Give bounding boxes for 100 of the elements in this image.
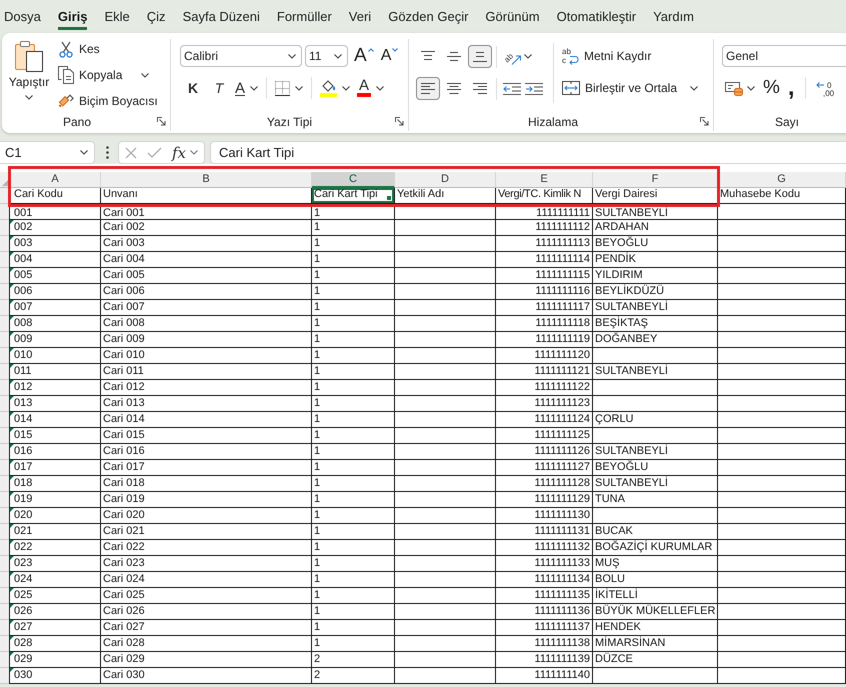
error-indicator-icon[interactable] [10,428,14,432]
ribbon-tab[interactable]: Sayfa Düzeni [182,8,260,30]
error-indicator-icon[interactable] [10,668,14,672]
column-header[interactable]: G [718,172,846,188]
check-icon[interactable] [147,147,162,158]
font-color-button[interactable]: A [357,77,384,99]
align-button[interactable] [416,77,440,100]
error-indicator-icon[interactable] [10,220,14,224]
cell-text: SULTANBEYLİ [595,445,668,457]
cell-text: 1111111140 [534,669,590,681]
cell-text: 001 [14,207,32,219]
column-header[interactable]: D [395,172,496,188]
error-indicator-icon[interactable] [10,460,14,464]
merge-center-button[interactable]: Birleştir ve Ortala [562,77,698,99]
error-indicator-icon[interactable] [10,332,14,336]
font-size-field[interactable]: 11 [305,45,348,67]
column-header[interactable]: F [593,172,718,188]
caret-icon [376,86,384,90]
error-indicator-icon[interactable] [10,524,14,528]
cell-text: 1 [314,541,320,553]
error-indicator-icon[interactable] [10,252,14,256]
orientation-button[interactable]: ab [502,46,532,68]
cell-text: İKİTELLİ [595,589,638,601]
format-painter-button[interactable]: Biçim Boyacısı [58,91,158,111]
error-indicator-icon[interactable] [10,492,14,496]
cell-text: 015 [14,429,32,441]
error-indicator-icon[interactable] [10,620,14,624]
error-indicator-icon[interactable] [10,556,14,560]
error-indicator-icon[interactable] [10,364,14,368]
decrease-indent-icon[interactable] [503,82,521,94]
active-cell-outline[interactable]: Cari Kart Tipi [312,188,395,204]
error-indicator-icon[interactable] [10,476,14,480]
dialog-launcher-icon[interactable] [395,117,404,126]
error-indicator-icon[interactable] [10,588,14,592]
error-indicator-icon[interactable] [10,316,14,320]
bold-button[interactable]: K [183,77,203,99]
formula-field[interactable]: Cari Kart Tipi [210,141,846,164]
ribbon-tab[interactable]: Görünüm [485,8,540,30]
ribbon-tab[interactable]: Giriş [58,8,88,30]
error-indicator-icon[interactable] [10,300,14,304]
cell-text: 006 [14,285,32,297]
grow-font-button[interactable]: A [354,45,374,67]
increase-indent-icon[interactable] [525,82,543,94]
error-indicator-icon[interactable] [10,284,14,288]
cell-text: SULTANBEYLİ [595,477,668,489]
row-header-column[interactable] [0,188,10,684]
caret-icon [524,54,532,59]
percent-style-button[interactable]: % [763,77,780,99]
column-header[interactable]: C [312,172,395,188]
fill-handle[interactable] [386,195,392,201]
cut-button[interactable]: Kes [58,39,158,59]
ribbon-tab[interactable]: Ekle [104,8,130,30]
error-indicator-icon[interactable] [10,444,14,448]
error-indicator-icon[interactable] [10,604,14,608]
more-options-icon[interactable] [106,146,109,159]
dialog-launcher-icon[interactable] [157,117,166,126]
column-header[interactable]: E [496,172,593,188]
dialog-launcher-icon[interactable] [700,117,709,126]
ribbon-tab[interactable]: Dosya [4,8,41,30]
paste-button[interactable]: Yapıştır [8,39,50,113]
insert-function-button[interactable]: fx [172,144,186,162]
cell-text: SULTANBEYLİ [595,207,668,219]
error-indicator-icon[interactable] [10,412,14,416]
wrap-text-button[interactable]: ab c Metni Kaydır [562,45,698,67]
cell-text: 1111111139 [534,653,590,665]
font-name-field[interactable]: Calibri [180,45,302,67]
error-indicator-icon[interactable] [10,380,14,384]
error-indicator-icon[interactable] [10,652,14,656]
number-format-field[interactable]: Genel [722,45,846,67]
ribbon-tab[interactable]: Otomatikleştir [556,8,636,30]
copy-button[interactable]: Kopyala [58,65,158,85]
cell-text: 1111111127 [534,461,590,473]
underline-button[interactable]: A [235,77,258,99]
column-header[interactable]: A [10,172,101,188]
error-indicator-icon[interactable] [10,268,14,272]
column-header[interactable]: B [101,172,312,188]
caret-icon [295,86,304,90]
ribbon-tab[interactable]: Gözden Geçir [388,8,468,30]
error-indicator-icon[interactable] [10,572,14,576]
cell-text: ARDAHAN [595,221,649,233]
error-indicator-icon[interactable] [10,636,14,640]
shrink-font-button[interactable]: A [380,45,398,67]
error-indicator-icon[interactable] [10,508,14,512]
borders-icon [275,80,290,96]
cell-text: 1 [314,493,320,505]
error-indicator-icon[interactable] [10,396,14,400]
error-indicator-icon[interactable] [10,540,14,544]
error-indicator-icon[interactable] [10,236,14,240]
cell-text: 1111111135 [534,589,590,601]
ribbon-tab[interactable]: Yardım [653,8,694,30]
ribbon-tab[interactable]: Çiz [146,8,166,30]
error-indicator-icon[interactable] [10,348,14,352]
name-box[interactable]: C1 [0,141,95,164]
cell-text: Cari 020 [103,509,145,521]
italic-button[interactable]: T [209,77,229,99]
align-button[interactable] [468,45,492,68]
comma-style-button[interactable]: , [786,77,797,99]
ribbon-tab[interactable]: Formüller [276,8,332,30]
ribbon-tab[interactable]: Veri [348,8,372,30]
caret-icon[interactable] [190,150,198,155]
